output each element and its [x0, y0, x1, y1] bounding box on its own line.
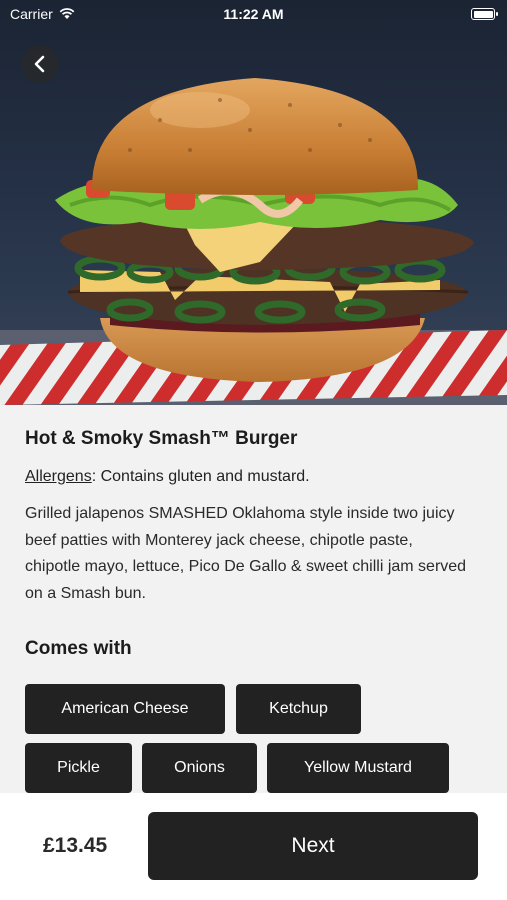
product-description: Grilled jalapenos SMASHED Oklahoma style…	[25, 505, 467, 602]
chip-onions[interactable]: Onions	[142, 743, 257, 793]
chip-pickle[interactable]: Pickle	[25, 743, 132, 793]
status-bar: Carrier 11:22 AM	[0, 0, 507, 28]
status-time: 11:22 AM	[223, 6, 284, 22]
chip-ketchup[interactable]: Ketchup	[236, 684, 361, 734]
comes-with-heading: Comes with	[25, 638, 132, 659]
chip-american-cheese[interactable]: American Cheese	[25, 684, 225, 734]
allergens-text: : Contains gluten and mustard.	[91, 468, 310, 485]
chevron-left-icon	[34, 55, 45, 73]
allergens-link[interactable]: Allergens	[25, 468, 92, 485]
battery-icon	[471, 8, 498, 20]
product-title: Hot & Smoky Smash™ Burger	[25, 428, 298, 449]
price-label: £13.45	[43, 834, 108, 857]
product-image	[0, 0, 507, 405]
bottom-bar: £13.45 Next	[0, 793, 507, 900]
allergens-line: Allergens: Contains gluten and mustard.	[25, 468, 310, 486]
chip-yellow-mustard[interactable]: Yellow Mustard	[267, 743, 449, 793]
burger-illustration	[0, 78, 507, 405]
back-button[interactable]	[21, 45, 59, 83]
next-button[interactable]: Next	[148, 812, 478, 880]
